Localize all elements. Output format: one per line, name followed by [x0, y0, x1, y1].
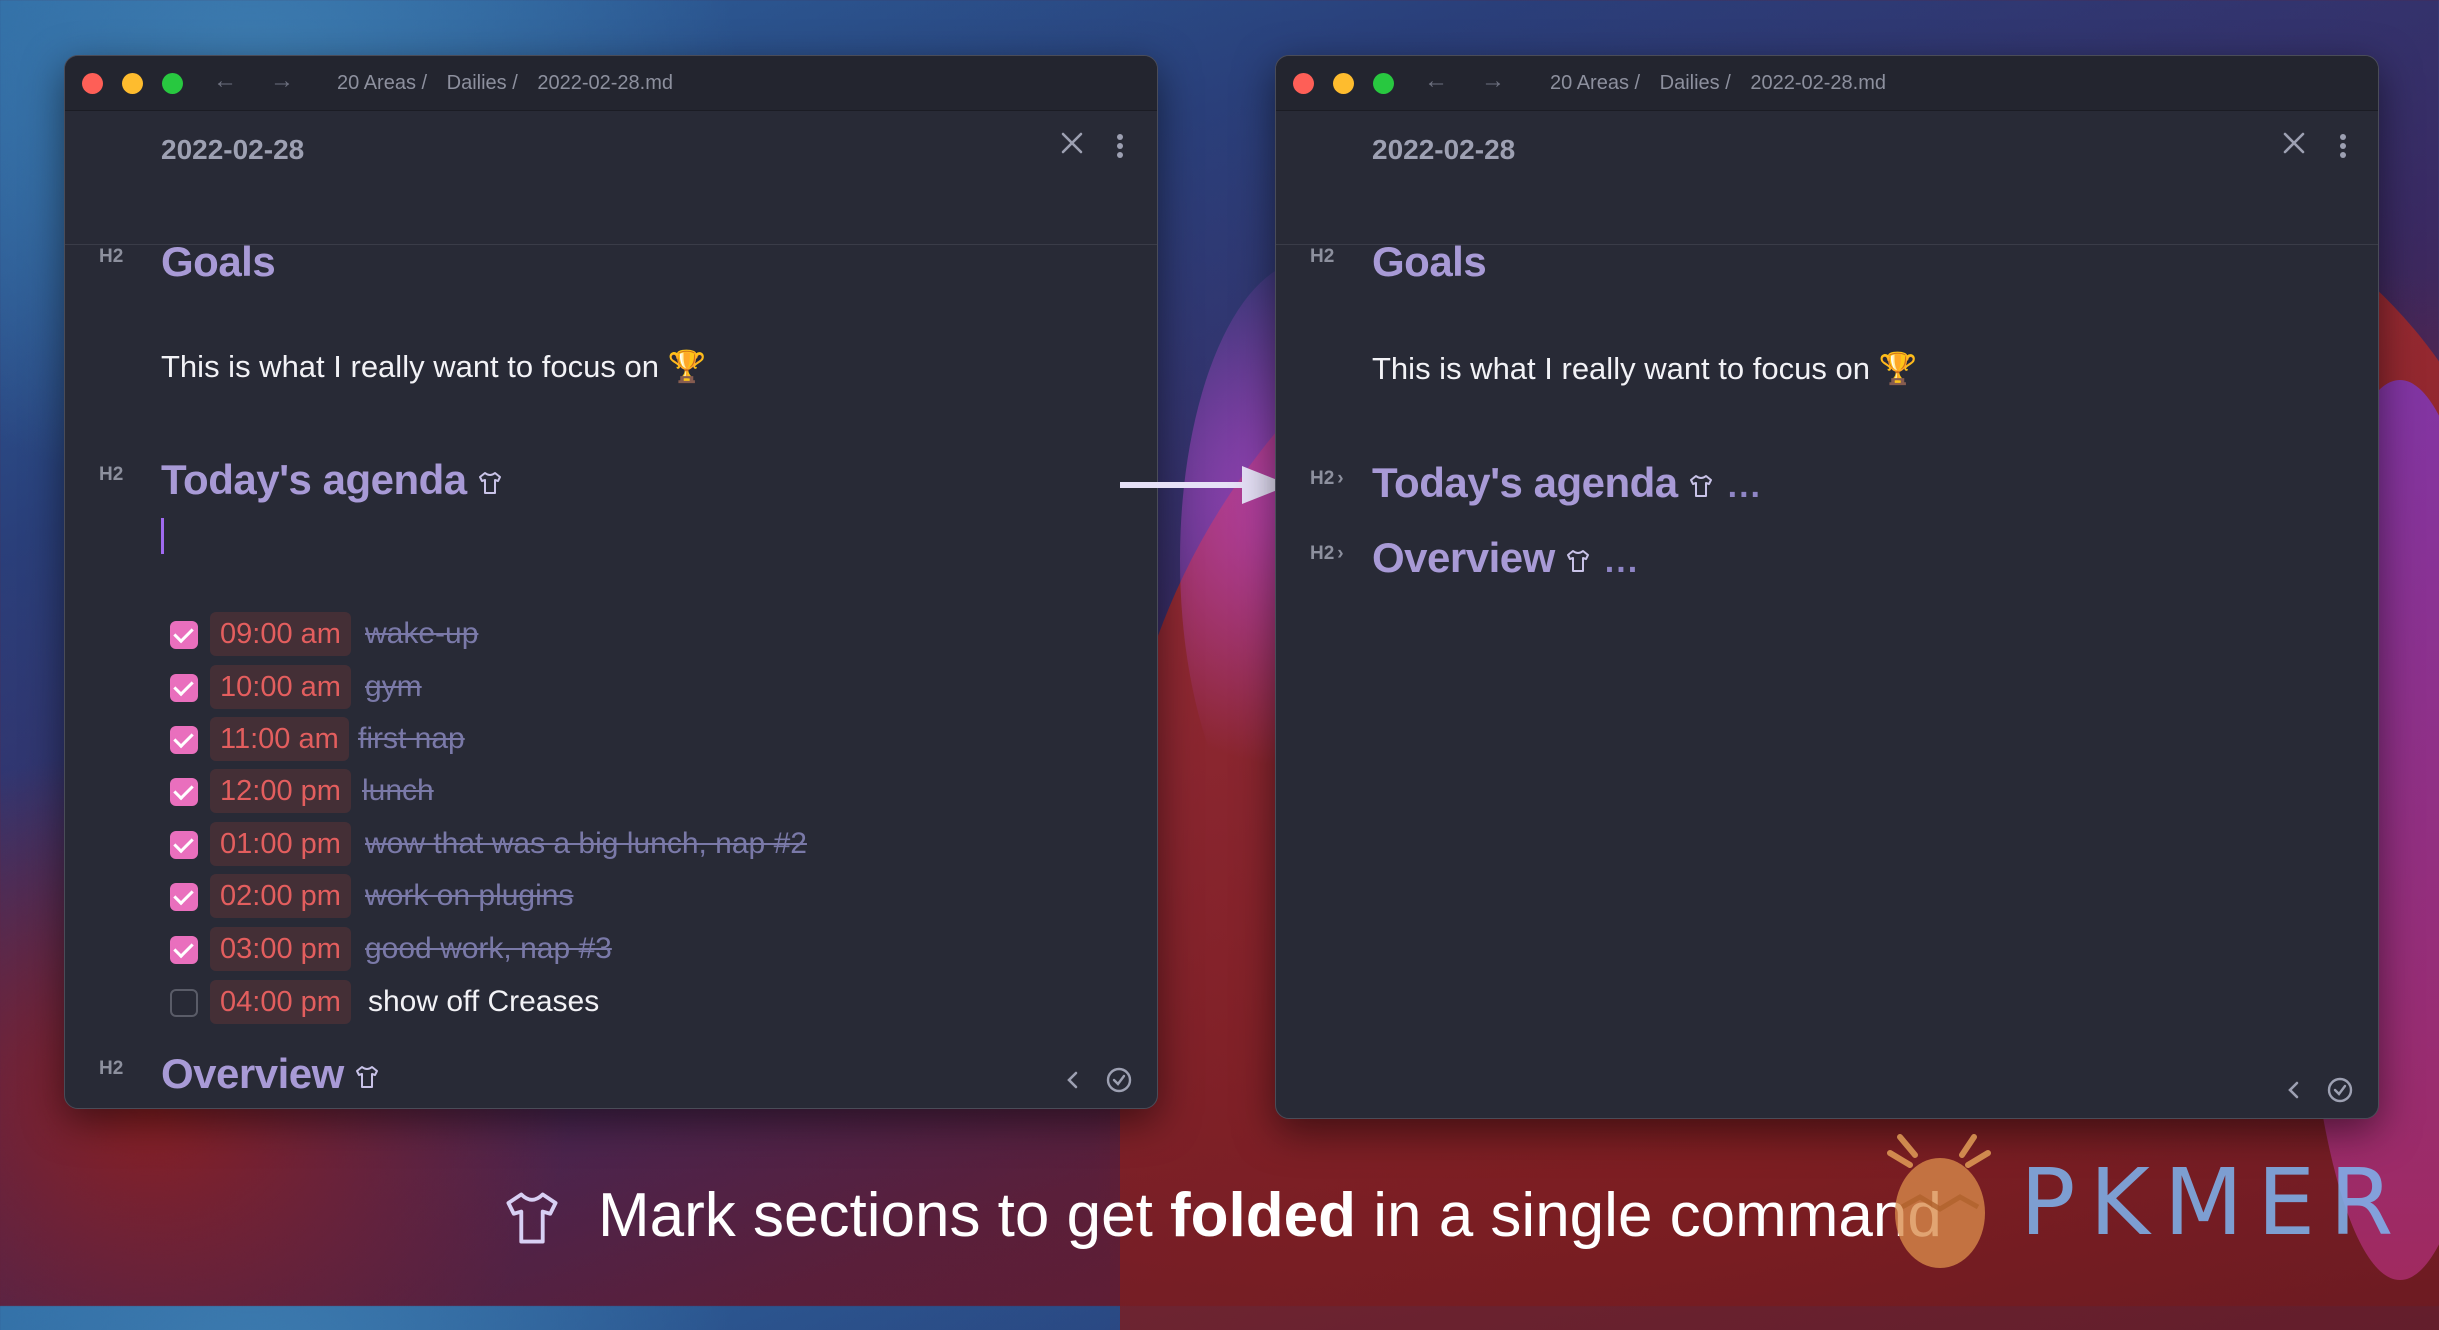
task-time: 11:00 am: [210, 717, 349, 761]
breadcrumb-item[interactable]: Dailies /: [447, 72, 518, 94]
zoom-window-button[interactable]: [1373, 73, 1394, 94]
task-checkbox[interactable]: [170, 831, 198, 859]
task-text: first nap: [358, 722, 465, 755]
goals-paragraph: This is what I really want to focus on 🏆: [161, 349, 707, 384]
heading-todays-agenda: Today's agenda: [161, 456, 503, 504]
shirt-icon: [1566, 549, 1589, 572]
caption-bold: folded: [1170, 1181, 1357, 1250]
heading-level-label[interactable]: H2 ›: [1310, 543, 1344, 565]
task-checkbox[interactable]: [170, 621, 198, 649]
task-text: lunch: [362, 774, 434, 807]
task-text: good work, nap #3: [365, 932, 612, 965]
heading-text: Today's agenda: [1372, 459, 1678, 506]
breadcrumb-item[interactable]: 2022-02-28.md: [537, 72, 673, 94]
heading-text: Today's agenda: [161, 456, 467, 503]
caption-text-end: in a single command: [1356, 1181, 1942, 1250]
task-time: 03:00 pm: [210, 927, 351, 971]
view-title[interactable]: 2022-02-28: [161, 134, 304, 166]
forward-arrow-icon[interactable]: →: [270, 67, 294, 95]
task-text: show off Creases: [368, 985, 600, 1018]
title-bar: ← → 20 Areas / Dailies / 2022-02-28.md: [65, 56, 1157, 111]
right-window: ← → 20 Areas / Dailies / 2022-02-28.md 2…: [1275, 55, 2379, 1119]
view-header: [65, 111, 1157, 245]
check-circle-icon[interactable]: [1105, 1066, 1133, 1094]
zoom-window-button[interactable]: [162, 73, 183, 94]
breadcrumb-item[interactable]: 2022-02-28.md: [1750, 72, 1886, 94]
goals-paragraph: This is what I really want to focus on 🏆: [1372, 351, 1918, 386]
breadcrumb-item[interactable]: 20 Areas /: [1550, 72, 1640, 94]
task-text: wow that was a big lunch, nap #2: [365, 827, 807, 860]
task-checkbox[interactable]: [170, 936, 198, 964]
task-text: gym: [365, 670, 422, 703]
more-vertical-icon[interactable]: [2340, 134, 2348, 160]
left-window: ← → 20 Areas / Dailies / 2022-02-28.md 2…: [64, 55, 1158, 1109]
task-text: work on plugins: [365, 879, 574, 912]
task-checkbox[interactable]: [170, 883, 198, 911]
fold-chevron-icon[interactable]: ›: [1337, 468, 1343, 489]
heading-level-text: H2: [1310, 468, 1335, 489]
heading-text: Overview: [161, 1050, 344, 1097]
fold-ellipsis[interactable]: ...: [1728, 467, 1762, 505]
heading-level-label: H2: [99, 1058, 124, 1079]
fold-chevron-icon[interactable]: ›: [1337, 543, 1343, 564]
chevron-left-icon[interactable]: [2280, 1076, 2308, 1104]
pkmer-logo: [1887, 1134, 1991, 1268]
pkmer-watermark: PKMER: [1870, 1125, 2410, 1275]
task-time: 02:00 pm: [210, 874, 351, 918]
task-time: 04:00 pm: [210, 980, 351, 1024]
breadcrumb-item[interactable]: 20 Areas /: [337, 72, 427, 94]
heading-goals: Goals: [161, 238, 276, 285]
task-time: 09:00 am: [210, 612, 351, 656]
heading-level-label: H2: [99, 246, 124, 267]
close-window-button[interactable]: [82, 73, 103, 94]
heading-goals: Goals: [1372, 238, 1487, 285]
close-window-button[interactable]: [1293, 73, 1314, 94]
task-checkbox[interactable]: [170, 778, 198, 806]
more-vertical-icon[interactable]: [1117, 134, 1125, 160]
task-time: 12:00 pm: [210, 769, 351, 813]
pkmer-wordmark: PKMER: [2020, 1149, 2408, 1256]
caption: Mark sections to get folded in a single …: [598, 1180, 1942, 1251]
shirt-icon: [478, 471, 501, 494]
arrow-right-icon: [1120, 466, 1290, 504]
text-cursor: [161, 518, 164, 554]
back-arrow-icon[interactable]: ←: [213, 67, 237, 95]
title-bar: ← → 20 Areas / Dailies / 2022-02-28.md: [1276, 56, 2378, 111]
task-checkbox[interactable]: [170, 989, 198, 1017]
heading-level-label: H2: [99, 464, 124, 485]
back-arrow-icon[interactable]: ←: [1424, 67, 1448, 95]
breadcrumb: 20 Areas / Dailies / 2022-02-28.md: [1550, 72, 1900, 95]
heading-overview-folded[interactable]: Overview...: [1372, 534, 1639, 582]
minimize-window-button[interactable]: [122, 73, 143, 94]
view-title[interactable]: 2022-02-28: [1372, 134, 1515, 166]
task-checkbox[interactable]: [170, 726, 198, 754]
heading-level-label[interactable]: H2 ›: [1310, 468, 1344, 490]
minimize-window-button[interactable]: [1333, 73, 1354, 94]
task-time: 10:00 am: [210, 665, 351, 709]
close-icon[interactable]: [1059, 130, 1085, 156]
check-circle-icon[interactable]: [2326, 1076, 2354, 1104]
caption-text: Mark sections to get: [598, 1181, 1171, 1250]
chevron-left-icon[interactable]: [1059, 1066, 1087, 1094]
fold-ellipsis[interactable]: ...: [1605, 542, 1639, 580]
heading-text: Overview: [1372, 534, 1555, 581]
heading-overview: Overview: [161, 1050, 380, 1098]
heading-level-label: H2: [1310, 246, 1335, 267]
heading-level-text: H2: [1310, 543, 1335, 564]
heading-todays-agenda-folded[interactable]: Today's agenda...: [1372, 459, 1762, 507]
forward-arrow-icon[interactable]: →: [1481, 67, 1505, 95]
task-checkbox[interactable]: [170, 674, 198, 702]
shirt-icon: [1689, 474, 1712, 497]
shirt-icon: [506, 1192, 558, 1244]
breadcrumb: 20 Areas / Dailies / 2022-02-28.md: [337, 72, 687, 95]
task-time: 01:00 pm: [210, 822, 351, 866]
close-icon[interactable]: [2281, 130, 2307, 156]
shirt-icon: [355, 1065, 378, 1088]
breadcrumb-item[interactable]: Dailies /: [1660, 72, 1731, 94]
view-header: [1276, 111, 2378, 245]
task-text: wake-up: [365, 617, 479, 650]
